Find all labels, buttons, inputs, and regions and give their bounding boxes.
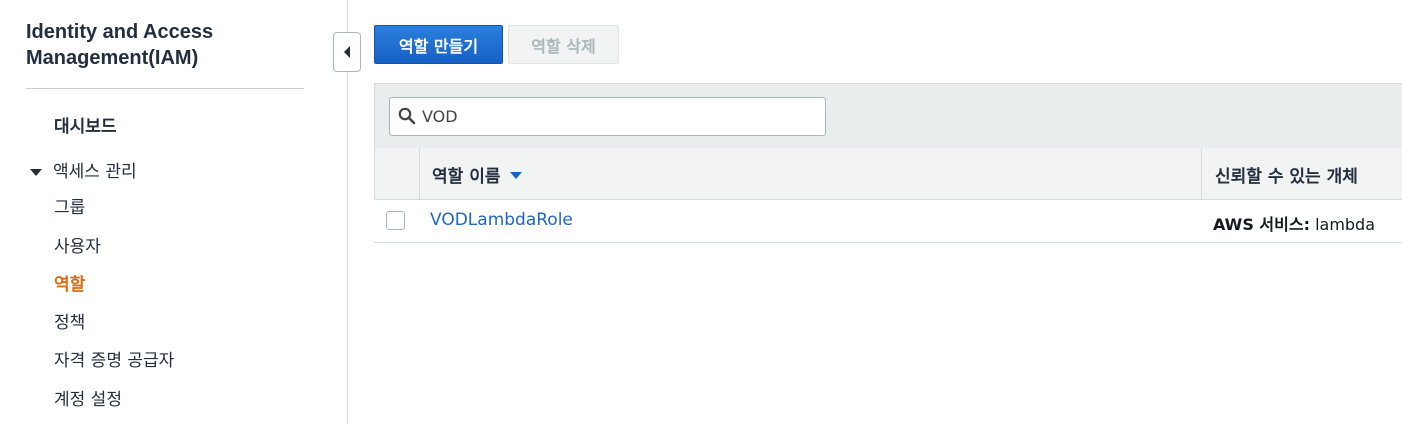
table-toolbar: VOD [374,83,1402,149]
sidebar-item-account-settings[interactable]: 계정 설정 [54,388,122,412]
column-divider [1201,148,1202,199]
table-header: 역할 이름 신뢰할 수 있는 개체 [374,148,1402,200]
column-header-role-name[interactable]: 역할 이름 [432,162,523,187]
roles-table: VOD 역할 이름 신뢰할 수 있는 개체 VODLambdaRole AWS … [374,83,1402,243]
service-title: Identity and Access Management(IAM) [26,21,214,69]
sidebar-item-identity-providers[interactable]: 자격 증명 공급자 [54,349,174,373]
sidebar-item-policies[interactable]: 정책 [54,311,85,335]
search-input[interactable]: VOD [389,97,826,136]
table-row: VODLambdaRole AWS 서비스: lambda [374,200,1402,243]
collapse-sidebar-button[interactable] [333,32,361,72]
create-role-button[interactable]: 역할 만들기 [374,25,503,64]
sidebar-item-dashboard[interactable]: 대시보드 [54,115,117,139]
sidebar-group-access-management[interactable]: 액세스 관리 [30,160,137,184]
search-icon [398,107,416,125]
row-checkbox[interactable] [386,211,405,230]
sort-descending-icon [510,172,523,179]
trusted-entity-cell: AWS 서비스: lambda [1213,211,1375,235]
sidebar-group-label: 액세스 관리 [53,162,137,182]
sidebar-item-groups[interactable]: 그룹 [54,196,85,220]
sidebar-item-users[interactable]: 사용자 [54,235,101,259]
header-checkbox-column [375,148,420,199]
search-value: VOD [422,107,458,126]
sidebar: Identity and Access Management(IAM) 대시보드… [0,0,348,424]
triangle-left-icon [344,46,350,58]
sidebar-item-roles[interactable]: 역할 [54,273,85,297]
delete-role-button: 역할 삭제 [508,25,619,64]
trusted-entity-prefix: AWS 서비스: [1213,215,1310,234]
role-name-link[interactable]: VODLambdaRole [430,210,573,230]
sidebar-divider [26,88,304,89]
trusted-entity-value: lambda [1315,215,1376,234]
caret-down-icon [30,168,42,176]
column-header-trusted-entity[interactable]: 신뢰할 수 있는 개체 [1215,162,1358,187]
column-header-label: 역할 이름 [432,167,501,187]
